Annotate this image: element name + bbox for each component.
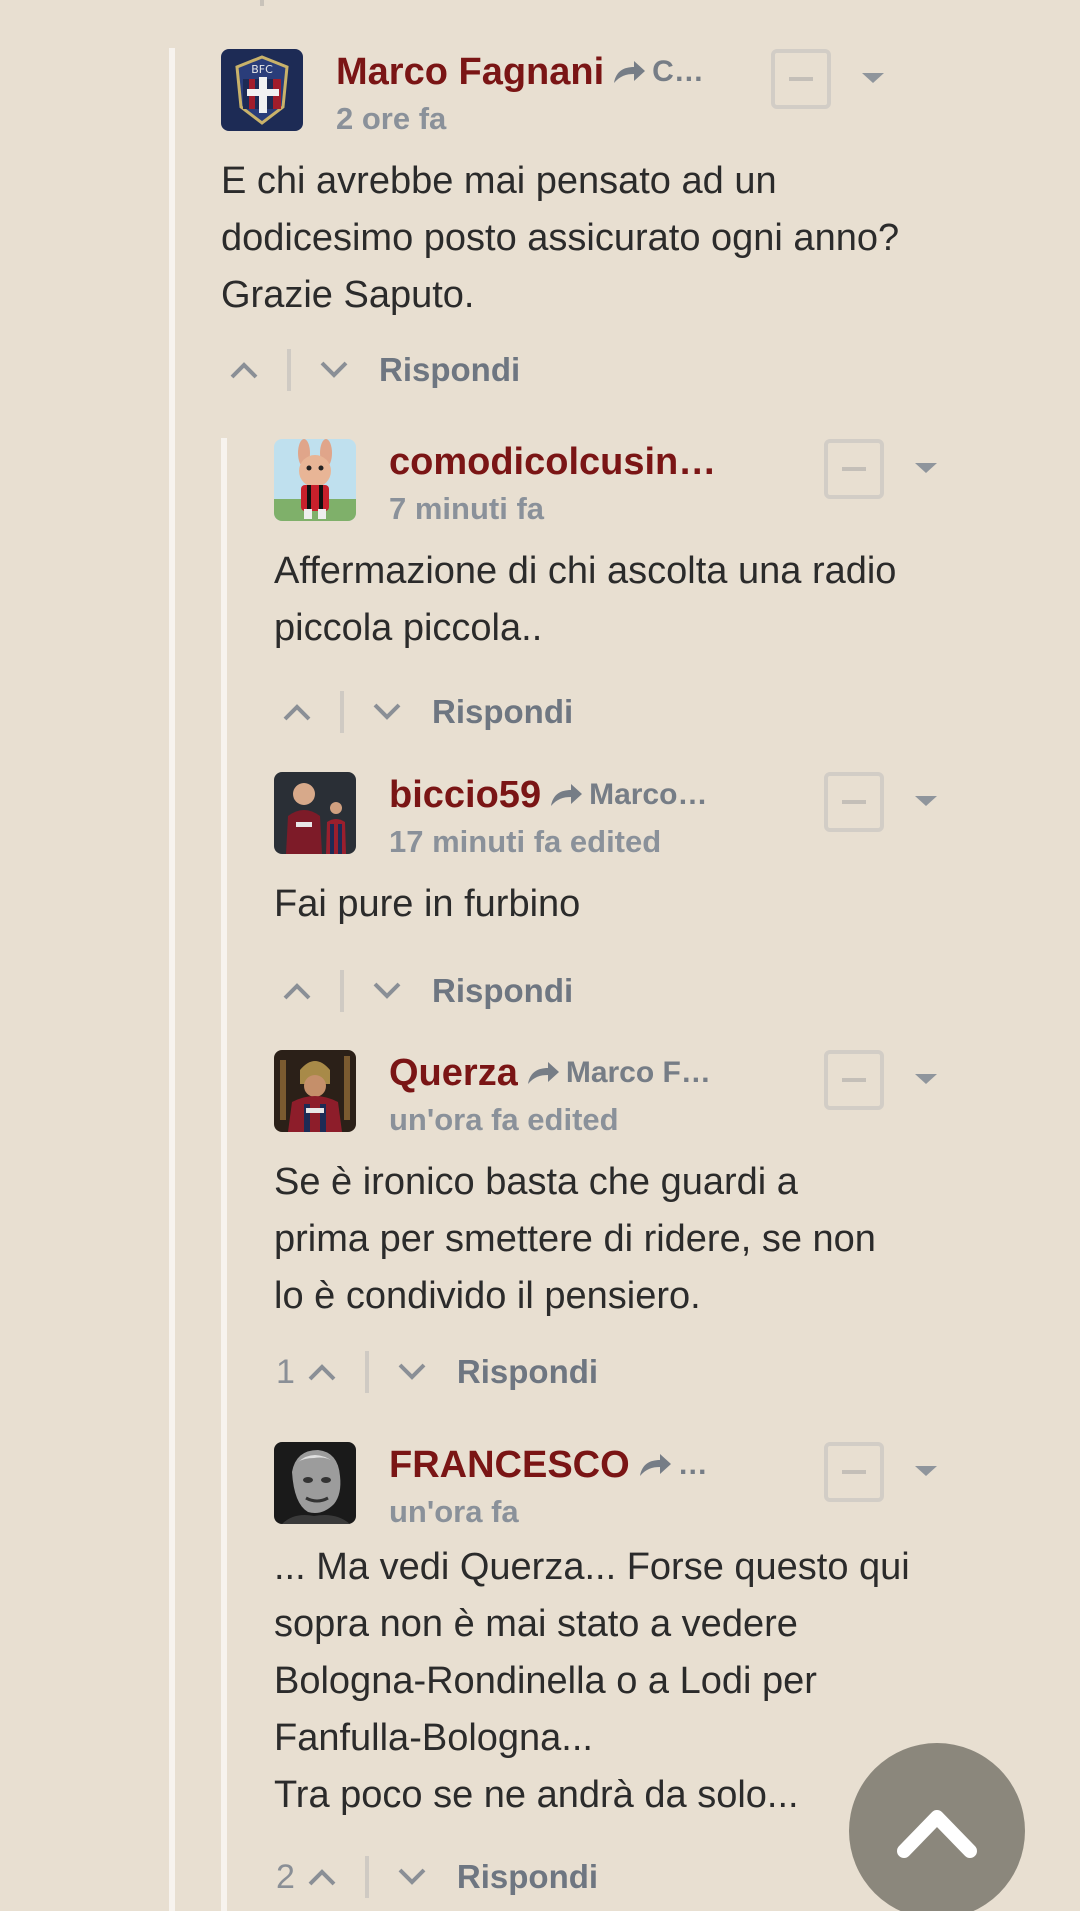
collapse-button[interactable]: [771, 49, 831, 109]
reply-button[interactable]: Rispondi: [457, 1353, 598, 1391]
upvote-icon[interactable]: [307, 1867, 337, 1887]
collapse-button[interactable]: [824, 772, 884, 832]
comment-text: Tra poco se ne andrà da solo...: [274, 1774, 799, 1816]
man-portrait-avatar: [274, 1442, 356, 1524]
reply-button[interactable]: Rispondi: [432, 693, 573, 731]
vote-divider: [340, 970, 344, 1012]
vote-count: 1: [276, 1352, 295, 1391]
vote-divider: [364, 1351, 369, 1393]
comment-meta: 2 ore fa: [336, 101, 736, 137]
reply-button[interactable]: Rispondi: [379, 351, 520, 389]
downvote-icon[interactable]: [372, 702, 402, 722]
bfc-crest-avatar: BFC: [221, 49, 303, 131]
downvote-icon[interactable]: [397, 1867, 427, 1887]
timestamp[interactable]: 17 minuti fa: [389, 824, 561, 859]
collapse-button[interactable]: [824, 1442, 884, 1502]
timestamp[interactable]: un'ora fa: [389, 1102, 519, 1137]
thread-line: [169, 48, 175, 1911]
timestamp[interactable]: 2 ore fa: [336, 101, 446, 136]
comment-actions: 1 Rispondi: [274, 1347, 598, 1397]
comment-actions: Rispondi: [282, 687, 573, 737]
comment-text: E chi avrebbe mai pensato ad un dodicesi…: [221, 160, 900, 316]
author-name[interactable]: biccio59: [389, 774, 541, 817]
comment-actions: 2 Rispondi: [274, 1852, 598, 1902]
comment-text: Affermazione di chi ascolta una radio pi…: [274, 550, 897, 649]
reply-arrow-icon: [551, 784, 583, 806]
caret-down-icon[interactable]: [915, 1466, 937, 1476]
caret-down-icon[interactable]: [915, 796, 937, 806]
timestamp[interactable]: 7 minuti fa: [389, 491, 544, 526]
reply-arrow-icon: [527, 1062, 559, 1084]
reply-to-user[interactable]: C…: [652, 55, 704, 89]
author-name[interactable]: Marco Fagnani: [336, 51, 604, 94]
comment-meta: 7 minuti fa: [389, 491, 789, 527]
comment-text: Se è ironico basta che guardi a prima pe…: [274, 1161, 876, 1317]
edited-label: edited: [527, 1102, 619, 1137]
reply-to-user[interactable]: …: [678, 1448, 708, 1482]
gladiator-avatar: [274, 1050, 356, 1132]
reply-to-user[interactable]: Marco F…: [566, 1056, 711, 1090]
avatar[interactable]: BFC: [221, 49, 303, 131]
reply-button[interactable]: Rispondi: [457, 1858, 598, 1896]
author-name[interactable]: FRANCESCO: [389, 1444, 630, 1487]
avatar[interactable]: [274, 439, 356, 521]
edited-label: edited: [569, 824, 662, 859]
comment-body: Se è ironico basta che guardi a prima pe…: [274, 1154, 894, 1325]
avatar[interactable]: [274, 1050, 356, 1132]
comment-meta: un'ora fa edited: [389, 1102, 789, 1138]
comment-body: ... Ma vedi Querza... Forse questo qui s…: [274, 1539, 934, 1824]
comment-text: Fai pure in furbino: [274, 883, 581, 925]
vote-count: 2: [276, 1857, 295, 1896]
cartoon-rabbit-avatar: [274, 439, 356, 521]
reply-arrow-icon: [614, 61, 646, 83]
comment-meta: un'ora fa: [389, 1494, 789, 1530]
minus-icon: [842, 467, 866, 471]
author-name[interactable]: comodicolcusin…: [389, 441, 716, 484]
chevron-up-icon: [897, 1810, 977, 1858]
upvote-icon[interactable]: [282, 981, 312, 1001]
upvote-icon[interactable]: [307, 1362, 337, 1382]
comment-text: ... Ma vedi Querza... Forse questo qui s…: [274, 1546, 910, 1759]
football-players-avatar: [274, 772, 356, 854]
comment-actions: Rispondi: [229, 345, 520, 395]
scroll-to-top-button[interactable]: [849, 1743, 1025, 1911]
nested-thread-line: [221, 438, 227, 1911]
thread-line-stub: [260, 0, 264, 6]
vote-divider: [287, 349, 291, 391]
comment-meta: 17 minuti fa edited: [389, 824, 789, 860]
caret-down-icon[interactable]: [862, 73, 884, 83]
upvote-icon[interactable]: [282, 702, 312, 722]
svg-text:BFC: BFC: [251, 63, 273, 76]
timestamp[interactable]: un'ora fa: [389, 1494, 519, 1529]
reply-button[interactable]: Rispondi: [432, 972, 573, 1010]
downvote-icon[interactable]: [372, 981, 402, 1001]
downvote-icon[interactable]: [397, 1362, 427, 1382]
author-name[interactable]: Querza: [389, 1052, 518, 1095]
collapse-button[interactable]: [824, 439, 884, 499]
avatar[interactable]: [274, 1442, 356, 1524]
upvote-icon[interactable]: [229, 360, 259, 380]
vote-divider: [340, 691, 344, 733]
avatar[interactable]: [274, 772, 356, 854]
caret-down-icon[interactable]: [915, 463, 937, 473]
reply-to-user[interactable]: Marco…: [589, 778, 707, 812]
comment-body: E chi avrebbe mai pensato ad un dodicesi…: [221, 153, 921, 324]
downvote-icon[interactable]: [319, 360, 349, 380]
caret-down-icon[interactable]: [915, 1074, 937, 1084]
minus-icon: [842, 800, 866, 804]
vote-divider: [364, 1856, 369, 1898]
comment-body: Affermazione di chi ascolta una radio pi…: [274, 543, 914, 657]
comment-body: Fai pure in furbino: [274, 876, 914, 933]
reply-arrow-icon: [639, 1454, 671, 1476]
comment-actions: Rispondi: [282, 966, 573, 1016]
comments-page: BFC Marco Fagnani C… 2 ore fa E chi avre…: [0, 0, 1080, 1911]
minus-icon: [842, 1470, 866, 1474]
minus-icon: [789, 77, 813, 81]
minus-icon: [842, 1078, 866, 1082]
collapse-button[interactable]: [824, 1050, 884, 1110]
